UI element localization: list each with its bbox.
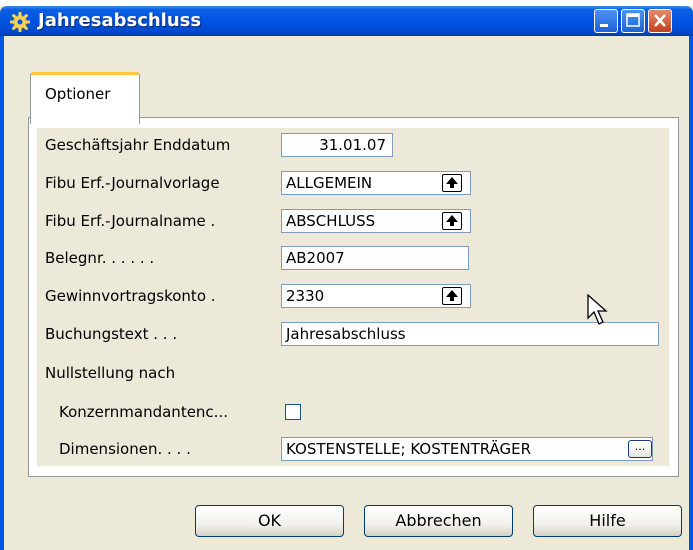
fiscal-year-end-input[interactable]: 31.01.07 [281, 133, 393, 157]
journal-template-lookup-button[interactable] [442, 174, 462, 192]
minimize-button[interactable] [594, 9, 618, 33]
fiscal-year-end-label: Geschäftsjahr Enddatum [45, 136, 231, 154]
journal-name-label: Fibu Erf.-Journalname . [45, 212, 216, 230]
minimize-icon [600, 24, 608, 27]
close-icon [654, 14, 666, 27]
retained-earnings-lookup-button[interactable] [442, 287, 462, 305]
document-no-label: Belegnr. . . . . . [45, 249, 155, 267]
close-by-section-label: Nullstellung nach [45, 364, 176, 382]
maximize-icon [626, 13, 640, 27]
cancel-button[interactable]: Abbrechen [364, 505, 513, 537]
tab-label: Optioner [45, 85, 111, 103]
arrow-up-icon [446, 290, 458, 301]
arrow-up-icon [446, 215, 458, 226]
window-frame-right [689, 36, 693, 550]
options-form: Geschäftsjahr Enddatum 31.01.07 Fibu Erf… [37, 128, 669, 466]
document-no-input[interactable]: AB2007 [281, 246, 469, 270]
business-unit-checkbox[interactable] [285, 404, 301, 420]
maximize-button[interactable] [621, 9, 645, 33]
tab-optioner[interactable]: Optioner [30, 72, 140, 124]
journal-name-lookup-button[interactable] [442, 212, 462, 230]
dimensions-assist-button[interactable]: ... [628, 440, 652, 458]
dimensions-input[interactable]: KOSTENSTELLE; KOSTENTRÄGER [281, 437, 653, 461]
help-button[interactable]: Hilfe [533, 505, 682, 537]
title-bar[interactable]: Jahresabschluss [0, 6, 693, 36]
tab-panel: Geschäftsjahr Enddatum 31.01.07 Fibu Erf… [28, 117, 679, 477]
journal-template-label: Fibu Erf.-Journalvorlage [45, 174, 220, 192]
retained-earnings-account-label: Gewinnvortragskonto . [45, 287, 216, 305]
window-title: Jahresabschluss [38, 10, 202, 31]
window-frame-left [0, 36, 4, 550]
mouse-cursor-icon [587, 294, 608, 325]
dimensions-label: Dimensionen. . . . [59, 440, 191, 458]
posting-description-label: Buchungstext . . . [45, 325, 178, 343]
business-unit-label: Konzernmandantenc... [59, 403, 228, 421]
gear-icon [10, 12, 30, 32]
close-button[interactable] [648, 9, 672, 33]
arrow-up-icon [446, 177, 458, 188]
ok-button[interactable]: OK [195, 505, 344, 537]
